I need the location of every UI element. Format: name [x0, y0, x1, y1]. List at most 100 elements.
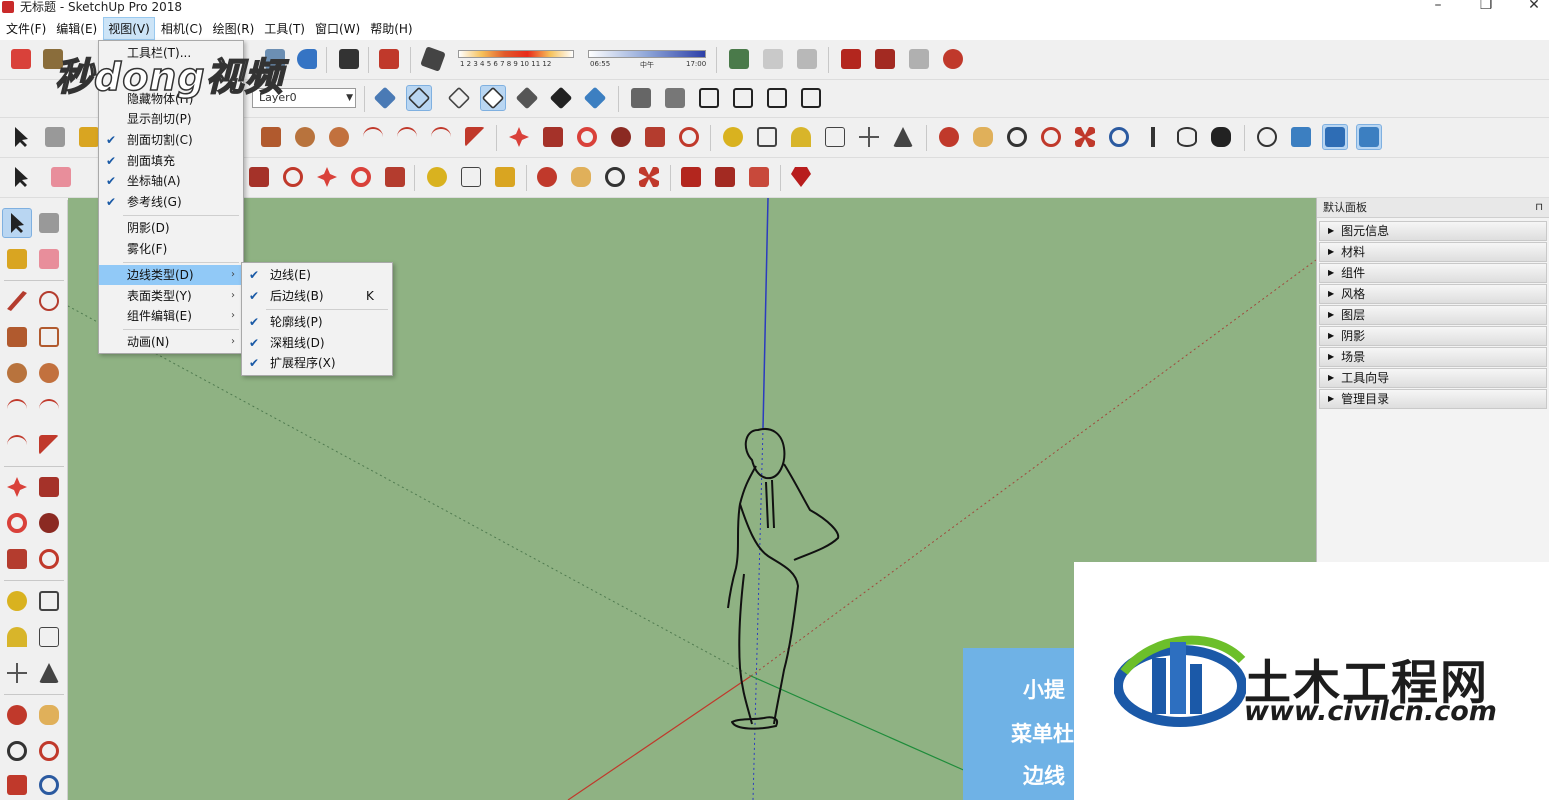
share-tool-icon[interactable]	[712, 164, 738, 190]
menu-item-section-planes[interactable]: 显示剖切(P)	[99, 109, 243, 129]
line-palette-icon[interactable]	[2, 286, 32, 316]
restore-button[interactable]: ❐	[1476, 0, 1496, 13]
dimension-icon[interactable]	[754, 124, 780, 150]
text-icon[interactable]	[822, 124, 848, 150]
tray-scenes[interactable]: ▶ 场景	[1319, 347, 1547, 367]
zoom-window-icon[interactable]	[1038, 124, 1064, 150]
rotate-palette-icon[interactable]	[2, 508, 32, 538]
menu-item-shadows[interactable]: 阴影(D)	[99, 218, 243, 238]
tray-materials[interactable]: ▶ 材料	[1319, 242, 1547, 262]
menu-help[interactable]: 帮助(H)	[366, 18, 416, 39]
menu-window[interactable]: 窗口(W)	[311, 18, 364, 39]
freehand-palette-icon[interactable]	[34, 286, 64, 316]
display-section-cuts-icon[interactable]	[1322, 124, 1348, 150]
axes-icon[interactable]	[856, 124, 882, 150]
push-pull-palette-icon[interactable]	[34, 472, 64, 502]
3d-text-icon[interactable]	[890, 124, 916, 150]
zoom-extents-palette-icon[interactable]	[2, 770, 32, 800]
menu-item-axes[interactable]: ✔ 坐标轴(A)	[99, 171, 243, 191]
shadow-month-slider[interactable]	[458, 50, 574, 58]
tray-entity-info[interactable]: ▶ 图元信息	[1319, 221, 1547, 241]
pie-palette-icon[interactable]	[34, 430, 64, 460]
pie-icon[interactable]	[462, 124, 488, 150]
back-edges-icon[interactable]	[406, 85, 432, 111]
tape-measure-icon[interactable]	[720, 124, 746, 150]
ruby-extension-icon[interactable]	[788, 164, 814, 190]
rotate-tool-icon[interactable]	[348, 164, 374, 190]
select-palette-icon[interactable]	[2, 208, 32, 238]
section-plane-icon[interactable]	[1254, 124, 1280, 150]
zoom-window-palette-icon[interactable]	[34, 736, 64, 766]
menu-file[interactable]: 文件(F)	[2, 18, 50, 39]
zoom-palette-icon[interactable]	[2, 736, 32, 766]
move-tool-icon[interactable]	[314, 164, 340, 190]
offset-tool-icon[interactable]	[280, 164, 306, 190]
photo-texture-icon[interactable]	[794, 46, 820, 72]
walk-icon[interactable]	[1208, 124, 1234, 150]
previous-view-icon[interactable]	[1106, 124, 1132, 150]
two-point-arc-palette-icon[interactable]	[34, 394, 64, 424]
terrain-icon[interactable]	[760, 46, 786, 72]
tray-outliner[interactable]: ▶ 管理目录	[1319, 389, 1547, 409]
orbit-tool-icon[interactable]	[534, 164, 560, 190]
xray-icon[interactable]	[372, 85, 398, 111]
scale-palette-icon[interactable]	[2, 544, 32, 574]
left-view-icon[interactable]	[798, 85, 824, 111]
menu-edit[interactable]: 编辑(E)	[52, 18, 101, 39]
previous-palette-icon[interactable]	[34, 770, 64, 800]
eraser-palette-icon[interactable]	[34, 244, 64, 274]
zoom-extents-icon[interactable]	[1072, 124, 1098, 150]
rotated-rectangle-palette-icon[interactable]	[34, 322, 64, 352]
look-around-icon[interactable]	[1174, 124, 1200, 150]
zoom-extents-tool-icon[interactable]	[636, 164, 662, 190]
move-icon[interactable]	[506, 124, 532, 150]
polygon-icon[interactable]	[326, 124, 352, 150]
right-view-icon[interactable]	[730, 85, 756, 111]
extension-warehouse-icon[interactable]	[940, 46, 966, 72]
print-icon[interactable]	[336, 46, 362, 72]
pan-hand-icon[interactable]	[970, 124, 996, 150]
tray-layers[interactable]: ▶ 图层	[1319, 305, 1547, 325]
three-point-arc-icon[interactable]	[428, 124, 454, 150]
export-tool-icon[interactable]	[746, 164, 772, 190]
text-palette-icon[interactable]	[34, 622, 64, 652]
hidden-line-icon[interactable]	[480, 85, 506, 111]
submenu-item-depth-cue[interactable]: ✔ 深粗线(D)	[242, 333, 392, 353]
menu-item-fog[interactable]: 雾化(F)	[99, 239, 243, 259]
follow-me-palette-icon[interactable]	[34, 508, 64, 538]
tray-instructor[interactable]: ▶ 工具向导	[1319, 368, 1547, 388]
tray-shadows[interactable]: ▶ 阴影	[1319, 326, 1547, 346]
arc-icon[interactable]	[360, 124, 386, 150]
share-model-icon[interactable]	[872, 46, 898, 72]
display-section-fill-icon[interactable]	[1356, 124, 1382, 150]
new-file-icon[interactable]	[8, 46, 34, 72]
minimize-button[interactable]: –	[1428, 0, 1448, 13]
two-point-arc-icon[interactable]	[394, 124, 420, 150]
eraser-icon[interactable]	[48, 164, 74, 190]
pan-palette-icon[interactable]	[34, 700, 64, 730]
protractor-icon[interactable]	[788, 124, 814, 150]
tape-palette-icon[interactable]	[2, 586, 32, 616]
menu-item-section-fill[interactable]: ✔ 剖面填充	[99, 151, 243, 171]
rotate-icon[interactable]	[574, 124, 600, 150]
text-tool-icon[interactable]	[458, 164, 484, 190]
select-arrow-icon[interactable]	[8, 124, 34, 150]
pin-icon[interactable]: ⊓	[1535, 198, 1543, 218]
circle-palette-icon[interactable]	[2, 358, 32, 388]
select-tool-icon[interactable]	[8, 164, 34, 190]
share-component-icon[interactable]	[906, 46, 932, 72]
circle-icon[interactable]	[292, 124, 318, 150]
monochrome-icon[interactable]	[582, 85, 608, 111]
tray-styles[interactable]: ▶ 风格	[1319, 284, 1547, 304]
submenu-item-extension[interactable]: ✔ 扩展程序(X)	[242, 353, 392, 373]
submenu-item-back-edges[interactable]: ✔ 后边线(B) K	[242, 286, 392, 306]
3d-warehouse-tool-icon[interactable]	[678, 164, 704, 190]
menu-item-component-edit[interactable]: 组件编辑(E) ›	[99, 306, 243, 326]
geo-location-icon[interactable]	[726, 46, 752, 72]
model-info-icon[interactable]	[376, 46, 402, 72]
position-camera-icon[interactable]	[1140, 124, 1166, 150]
move-palette-icon[interactable]	[2, 472, 32, 502]
3d-text-palette-icon[interactable]	[34, 658, 64, 688]
warehouse-icon[interactable]	[838, 46, 864, 72]
component-palette-icon[interactable]	[34, 208, 64, 238]
